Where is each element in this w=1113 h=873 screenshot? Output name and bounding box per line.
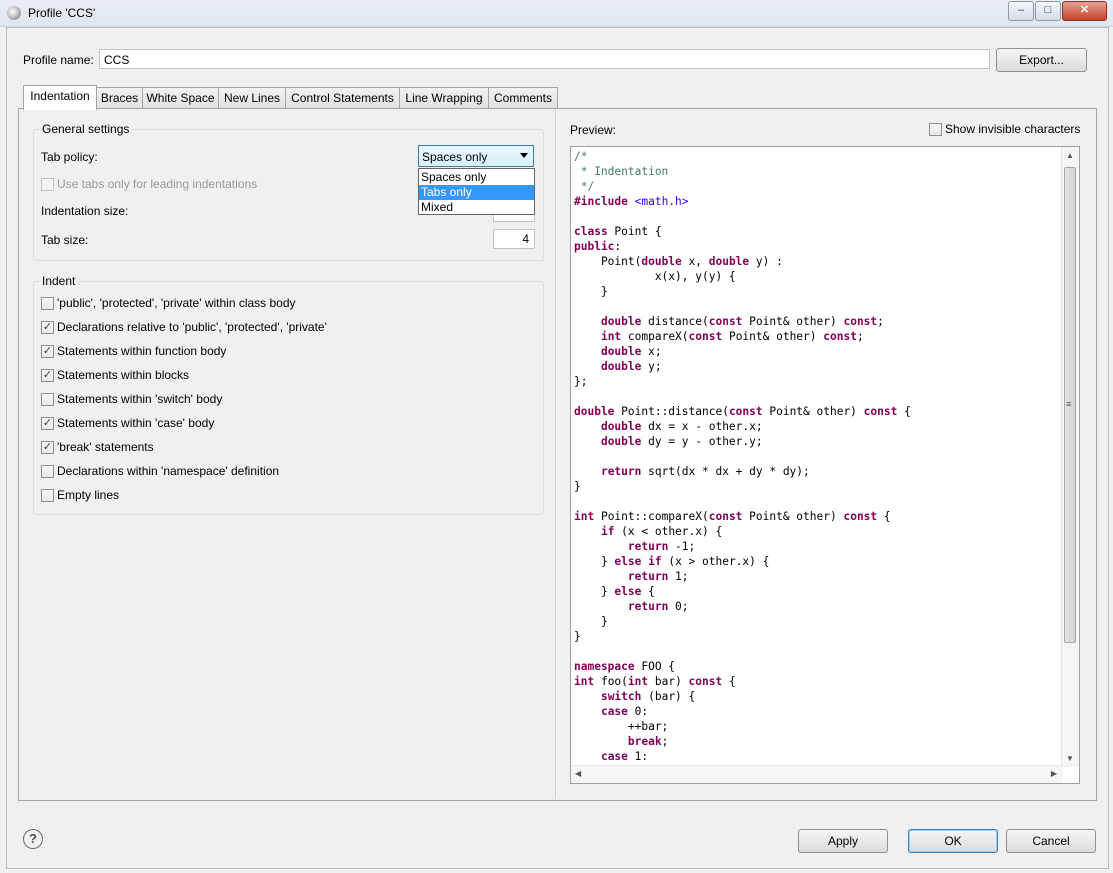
preview-code: /* * Indentation */ #include <math.h> cl… — [574, 150, 911, 763]
indent-option-label: Declarations within 'namespace' definiti… — [57, 464, 280, 478]
check-icon: ✓ — [42, 321, 53, 333]
indent-checkbox[interactable] — [41, 465, 54, 478]
show-invisible-checkbox[interactable] — [929, 123, 942, 136]
splitter[interactable] — [555, 109, 556, 799]
preview-label: Preview: — [570, 123, 617, 137]
help-icon[interactable]: ? — [23, 829, 43, 849]
profile-name-input[interactable]: CCS — [99, 49, 990, 69]
tab-new-lines[interactable]: New Lines — [218, 87, 286, 109]
tab-control-statements[interactable]: Control Statements — [285, 87, 400, 109]
tab-policy-label: Tab policy: — [41, 150, 98, 164]
indent-title: Indent — [39, 274, 79, 288]
indent-checkbox[interactable] — [41, 297, 54, 310]
indentation-size-label: Indentation size: — [41, 204, 129, 218]
cancel-button[interactable]: Cancel — [1006, 829, 1096, 853]
check-icon: ✓ — [42, 441, 53, 453]
indent-option-label: 'public', 'protected', 'private' within … — [57, 296, 296, 310]
option-spaces-only[interactable]: Spaces only — [419, 170, 534, 185]
indent-option-label: Empty lines — [57, 488, 120, 502]
use-tabs-label: Use tabs only for leading indentations — [57, 177, 258, 191]
tab-white-space[interactable]: White Space — [142, 87, 219, 109]
minimize-button[interactable]: – — [1008, 1, 1034, 21]
indent-checkbox[interactable]: ✓ — [41, 321, 54, 334]
indent-checkbox[interactable]: ✓ — [41, 345, 54, 358]
apply-button[interactable]: Apply — [798, 829, 888, 853]
indent-option-label: Statements within function body — [57, 344, 227, 358]
title-bar: Profile 'CCS' – □ ✕ — [0, 0, 1113, 27]
scroll-down-icon[interactable]: ▼ — [1066, 754, 1074, 763]
tab-line-wrapping[interactable]: Line Wrapping — [399, 87, 489, 109]
profile-name-label: Profile name: — [23, 53, 94, 67]
ok-button[interactable]: OK — [908, 829, 998, 853]
tab-size-input[interactable]: 4 — [493, 229, 535, 249]
maximize-button[interactable]: □ — [1035, 1, 1061, 21]
tab-comments[interactable]: Comments — [488, 87, 558, 109]
close-button[interactable]: ✕ — [1062, 1, 1107, 21]
use-tabs-checkbox[interactable] — [41, 178, 54, 191]
show-invisible-label: Show invisible characters — [945, 122, 1081, 136]
app-icon — [7, 6, 21, 20]
indent-option-label: Declarations relative to 'public', 'prot… — [57, 320, 327, 334]
check-icon: ✓ — [42, 417, 53, 429]
grip-icon: ≡ — [1066, 399, 1072, 409]
tab-braces[interactable]: Braces — [96, 87, 143, 109]
tab-policy-value: Spaces only — [422, 150, 488, 164]
preview-editor[interactable]: /* * Indentation */ #include <math.h> cl… — [570, 146, 1080, 784]
indent-checkbox[interactable]: ✓ — [41, 417, 54, 430]
option-mixed[interactable]: Mixed — [419, 200, 534, 215]
scroll-left-icon[interactable]: ◀ — [575, 769, 581, 778]
export-button[interactable]: Export... — [996, 48, 1087, 72]
scroll-right-icon[interactable]: ▶ — [1051, 769, 1057, 778]
chevron-down-icon — [520, 153, 528, 158]
option-tabs-only[interactable]: Tabs only — [419, 185, 534, 200]
scroll-up-icon[interactable]: ▲ — [1066, 151, 1074, 160]
indent-checkbox[interactable] — [41, 489, 54, 502]
check-icon: ✓ — [42, 345, 53, 357]
indent-checkbox[interactable]: ✓ — [41, 441, 54, 454]
tab-size-label: Tab size: — [41, 233, 89, 247]
tab-policy-dropdown: Spaces only Tabs only Mixed — [418, 168, 535, 215]
general-settings-title: General settings — [39, 122, 133, 136]
tab-indentation[interactable]: Indentation — [23, 85, 97, 110]
check-icon: ✓ — [42, 369, 53, 381]
tab-policy-combo[interactable]: Spaces only — [418, 145, 534, 167]
indent-checkbox[interactable] — [41, 393, 54, 406]
indent-option-label: Statements within 'switch' body — [57, 392, 223, 406]
horizontal-scrollbar[interactable]: ◀ ▶ — [571, 765, 1063, 783]
indent-option-label: 'break' statements — [57, 440, 154, 454]
indent-option-label: Statements within blocks — [57, 368, 190, 382]
vertical-scrollbar[interactable]: ▲ ≡ ▼ — [1061, 147, 1079, 767]
window-title: Profile 'CCS' — [28, 6, 96, 20]
indent-checkbox[interactable]: ✓ — [41, 369, 54, 382]
indent-option-label: Statements within 'case' body — [57, 416, 215, 430]
